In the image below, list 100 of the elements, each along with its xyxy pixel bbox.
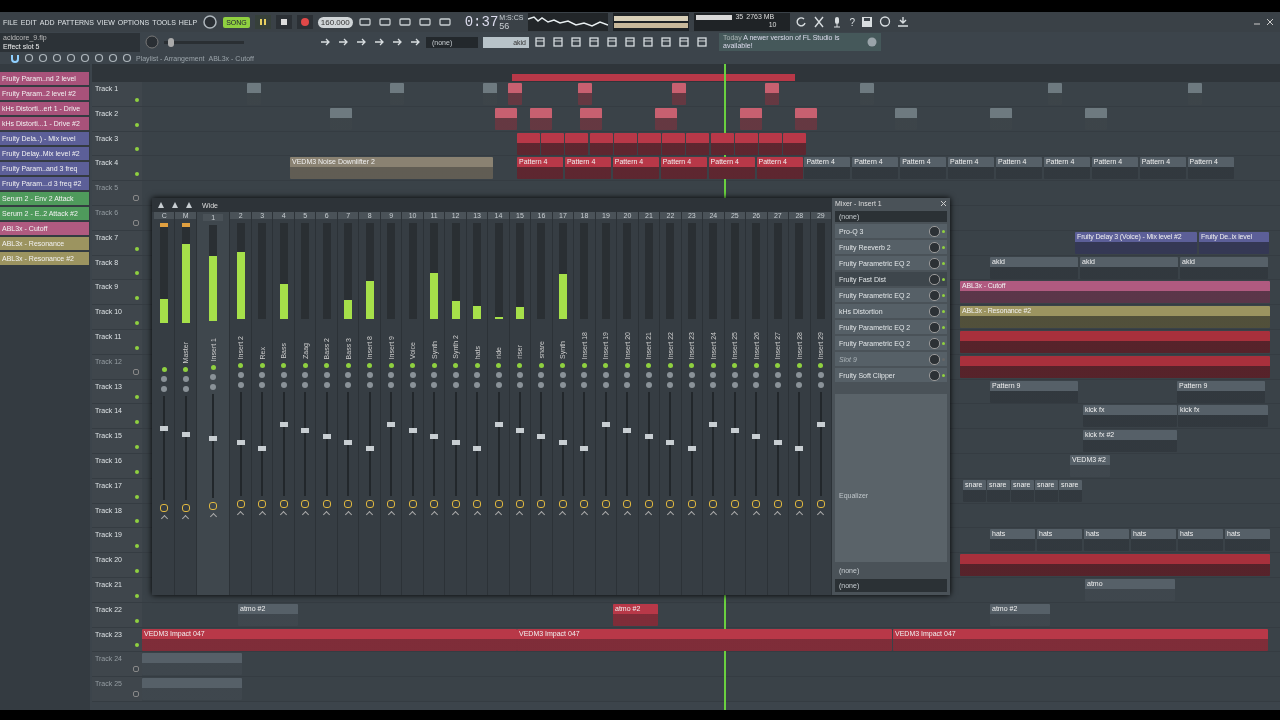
send-knob[interactable] bbox=[644, 500, 653, 508]
send-knob[interactable] bbox=[408, 500, 417, 508]
audio-clip[interactable] bbox=[142, 678, 242, 701]
send-knob[interactable] bbox=[258, 500, 267, 508]
track-enable-led[interactable] bbox=[135, 345, 139, 350]
pan-knob[interactable] bbox=[345, 372, 352, 378]
window-icon[interactable] bbox=[624, 36, 636, 48]
pattern-clip[interactable] bbox=[589, 132, 613, 155]
close-icon[interactable] bbox=[1266, 18, 1274, 26]
tool-icon[interactable] bbox=[377, 16, 392, 28]
send-knob[interactable] bbox=[773, 500, 782, 508]
pattern-clip[interactable] bbox=[565, 132, 589, 155]
pause-button[interactable] bbox=[254, 15, 271, 29]
strip-led[interactable] bbox=[431, 363, 437, 368]
pan-knob[interactable] bbox=[259, 372, 266, 378]
send-knob[interactable] bbox=[516, 500, 524, 508]
tool-icon[interactable] bbox=[391, 36, 403, 48]
strip-led[interactable] bbox=[710, 363, 716, 368]
playhead-line[interactable] bbox=[724, 595, 726, 710]
pattern-clip[interactable] bbox=[759, 132, 782, 155]
stereo-knob[interactable] bbox=[774, 382, 781, 388]
track-enable-led[interactable] bbox=[135, 147, 139, 152]
pan-knob[interactable] bbox=[774, 372, 781, 378]
pan-knob[interactable] bbox=[431, 372, 438, 378]
window-icon[interactable] bbox=[642, 36, 654, 48]
track-enable-led[interactable] bbox=[135, 618, 139, 623]
send-knob[interactable] bbox=[558, 500, 567, 508]
pan-knob[interactable] bbox=[323, 372, 330, 378]
pan-knob[interactable] bbox=[388, 372, 395, 378]
pan-knob[interactable] bbox=[817, 372, 824, 378]
send-knob[interactable] bbox=[687, 500, 696, 508]
send-knob[interactable] bbox=[666, 500, 675, 508]
tempo-display[interactable]: 160.000 bbox=[317, 16, 353, 28]
stereo-knob[interactable] bbox=[688, 382, 695, 388]
pan-knob[interactable] bbox=[624, 372, 631, 378]
help-button[interactable]: ? bbox=[849, 16, 855, 28]
strip-led[interactable] bbox=[474, 363, 480, 368]
send-knob[interactable] bbox=[709, 500, 718, 508]
track-enable-led[interactable] bbox=[133, 219, 139, 226]
send-knob[interactable] bbox=[752, 500, 761, 508]
pan-knob[interactable] bbox=[366, 372, 373, 378]
strip-led[interactable] bbox=[345, 363, 351, 368]
strip-led[interactable] bbox=[689, 363, 695, 368]
stereo-knob[interactable] bbox=[753, 382, 760, 388]
strip-led[interactable] bbox=[667, 363, 673, 368]
window-icon[interactable] bbox=[552, 36, 564, 48]
send-knob[interactable] bbox=[160, 504, 169, 512]
pan-knob[interactable] bbox=[796, 372, 803, 378]
stereo-knob[interactable] bbox=[452, 382, 459, 388]
download-icon[interactable] bbox=[897, 16, 909, 28]
send-knob[interactable] bbox=[451, 500, 460, 508]
automation-clip[interactable] bbox=[740, 107, 762, 130]
stereo-knob[interactable] bbox=[667, 382, 674, 388]
slider-thumb[interactable] bbox=[167, 37, 174, 47]
track-enable-led[interactable] bbox=[133, 666, 139, 673]
send-knob[interactable] bbox=[387, 500, 396, 508]
window-icon[interactable] bbox=[606, 36, 618, 48]
pan-knob[interactable] bbox=[517, 372, 523, 378]
pan-knob[interactable] bbox=[495, 372, 502, 378]
stereo-knob[interactable] bbox=[796, 382, 803, 388]
undo-icon[interactable] bbox=[795, 16, 808, 28]
automation-clip[interactable] bbox=[795, 107, 817, 130]
stereo-knob[interactable] bbox=[259, 382, 266, 388]
pan-knob[interactable] bbox=[302, 372, 309, 378]
track-enable-led[interactable] bbox=[135, 444, 139, 449]
pan-knob[interactable] bbox=[753, 372, 760, 378]
stereo-knob[interactable] bbox=[366, 382, 373, 388]
send-knob[interactable] bbox=[580, 500, 589, 508]
pan-knob[interactable] bbox=[710, 372, 717, 378]
track-enable-led[interactable] bbox=[133, 690, 139, 697]
stereo-knob[interactable] bbox=[210, 384, 217, 390]
send-knob[interactable] bbox=[301, 500, 310, 508]
window-icon[interactable] bbox=[696, 36, 708, 48]
track-enable-led[interactable] bbox=[135, 593, 139, 598]
stereo-knob[interactable] bbox=[538, 382, 545, 388]
automation-clip[interactable] bbox=[578, 83, 592, 105]
stereo-knob[interactable] bbox=[409, 382, 416, 388]
stereo-knob[interactable] bbox=[602, 382, 609, 388]
track-enable-led[interactable] bbox=[135, 296, 139, 301]
pan-knob[interactable] bbox=[409, 372, 416, 378]
strip-led[interactable] bbox=[410, 363, 416, 368]
pan-knob[interactable] bbox=[602, 372, 609, 378]
send-knob[interactable] bbox=[430, 500, 439, 508]
pan-knob[interactable] bbox=[688, 372, 695, 378]
pan-knob[interactable] bbox=[667, 372, 674, 378]
stereo-knob[interactable] bbox=[280, 382, 287, 388]
send-knob[interactable] bbox=[344, 500, 353, 508]
strip-led[interactable] bbox=[210, 365, 216, 370]
tool-icon[interactable] bbox=[409, 36, 421, 48]
strip-led[interactable] bbox=[496, 363, 501, 368]
strip-led[interactable] bbox=[818, 363, 824, 368]
strip-led[interactable] bbox=[775, 363, 781, 368]
automation-clip[interactable] bbox=[765, 83, 779, 105]
stereo-knob[interactable] bbox=[431, 382, 438, 388]
stop-button[interactable] bbox=[275, 15, 292, 29]
magnet-icon[interactable] bbox=[10, 53, 20, 63]
stereo-knob[interactable] bbox=[237, 382, 244, 388]
window-icon[interactable] bbox=[588, 36, 600, 48]
pattern-clip[interactable] bbox=[960, 330, 1270, 353]
window-icon[interactable] bbox=[570, 36, 582, 48]
